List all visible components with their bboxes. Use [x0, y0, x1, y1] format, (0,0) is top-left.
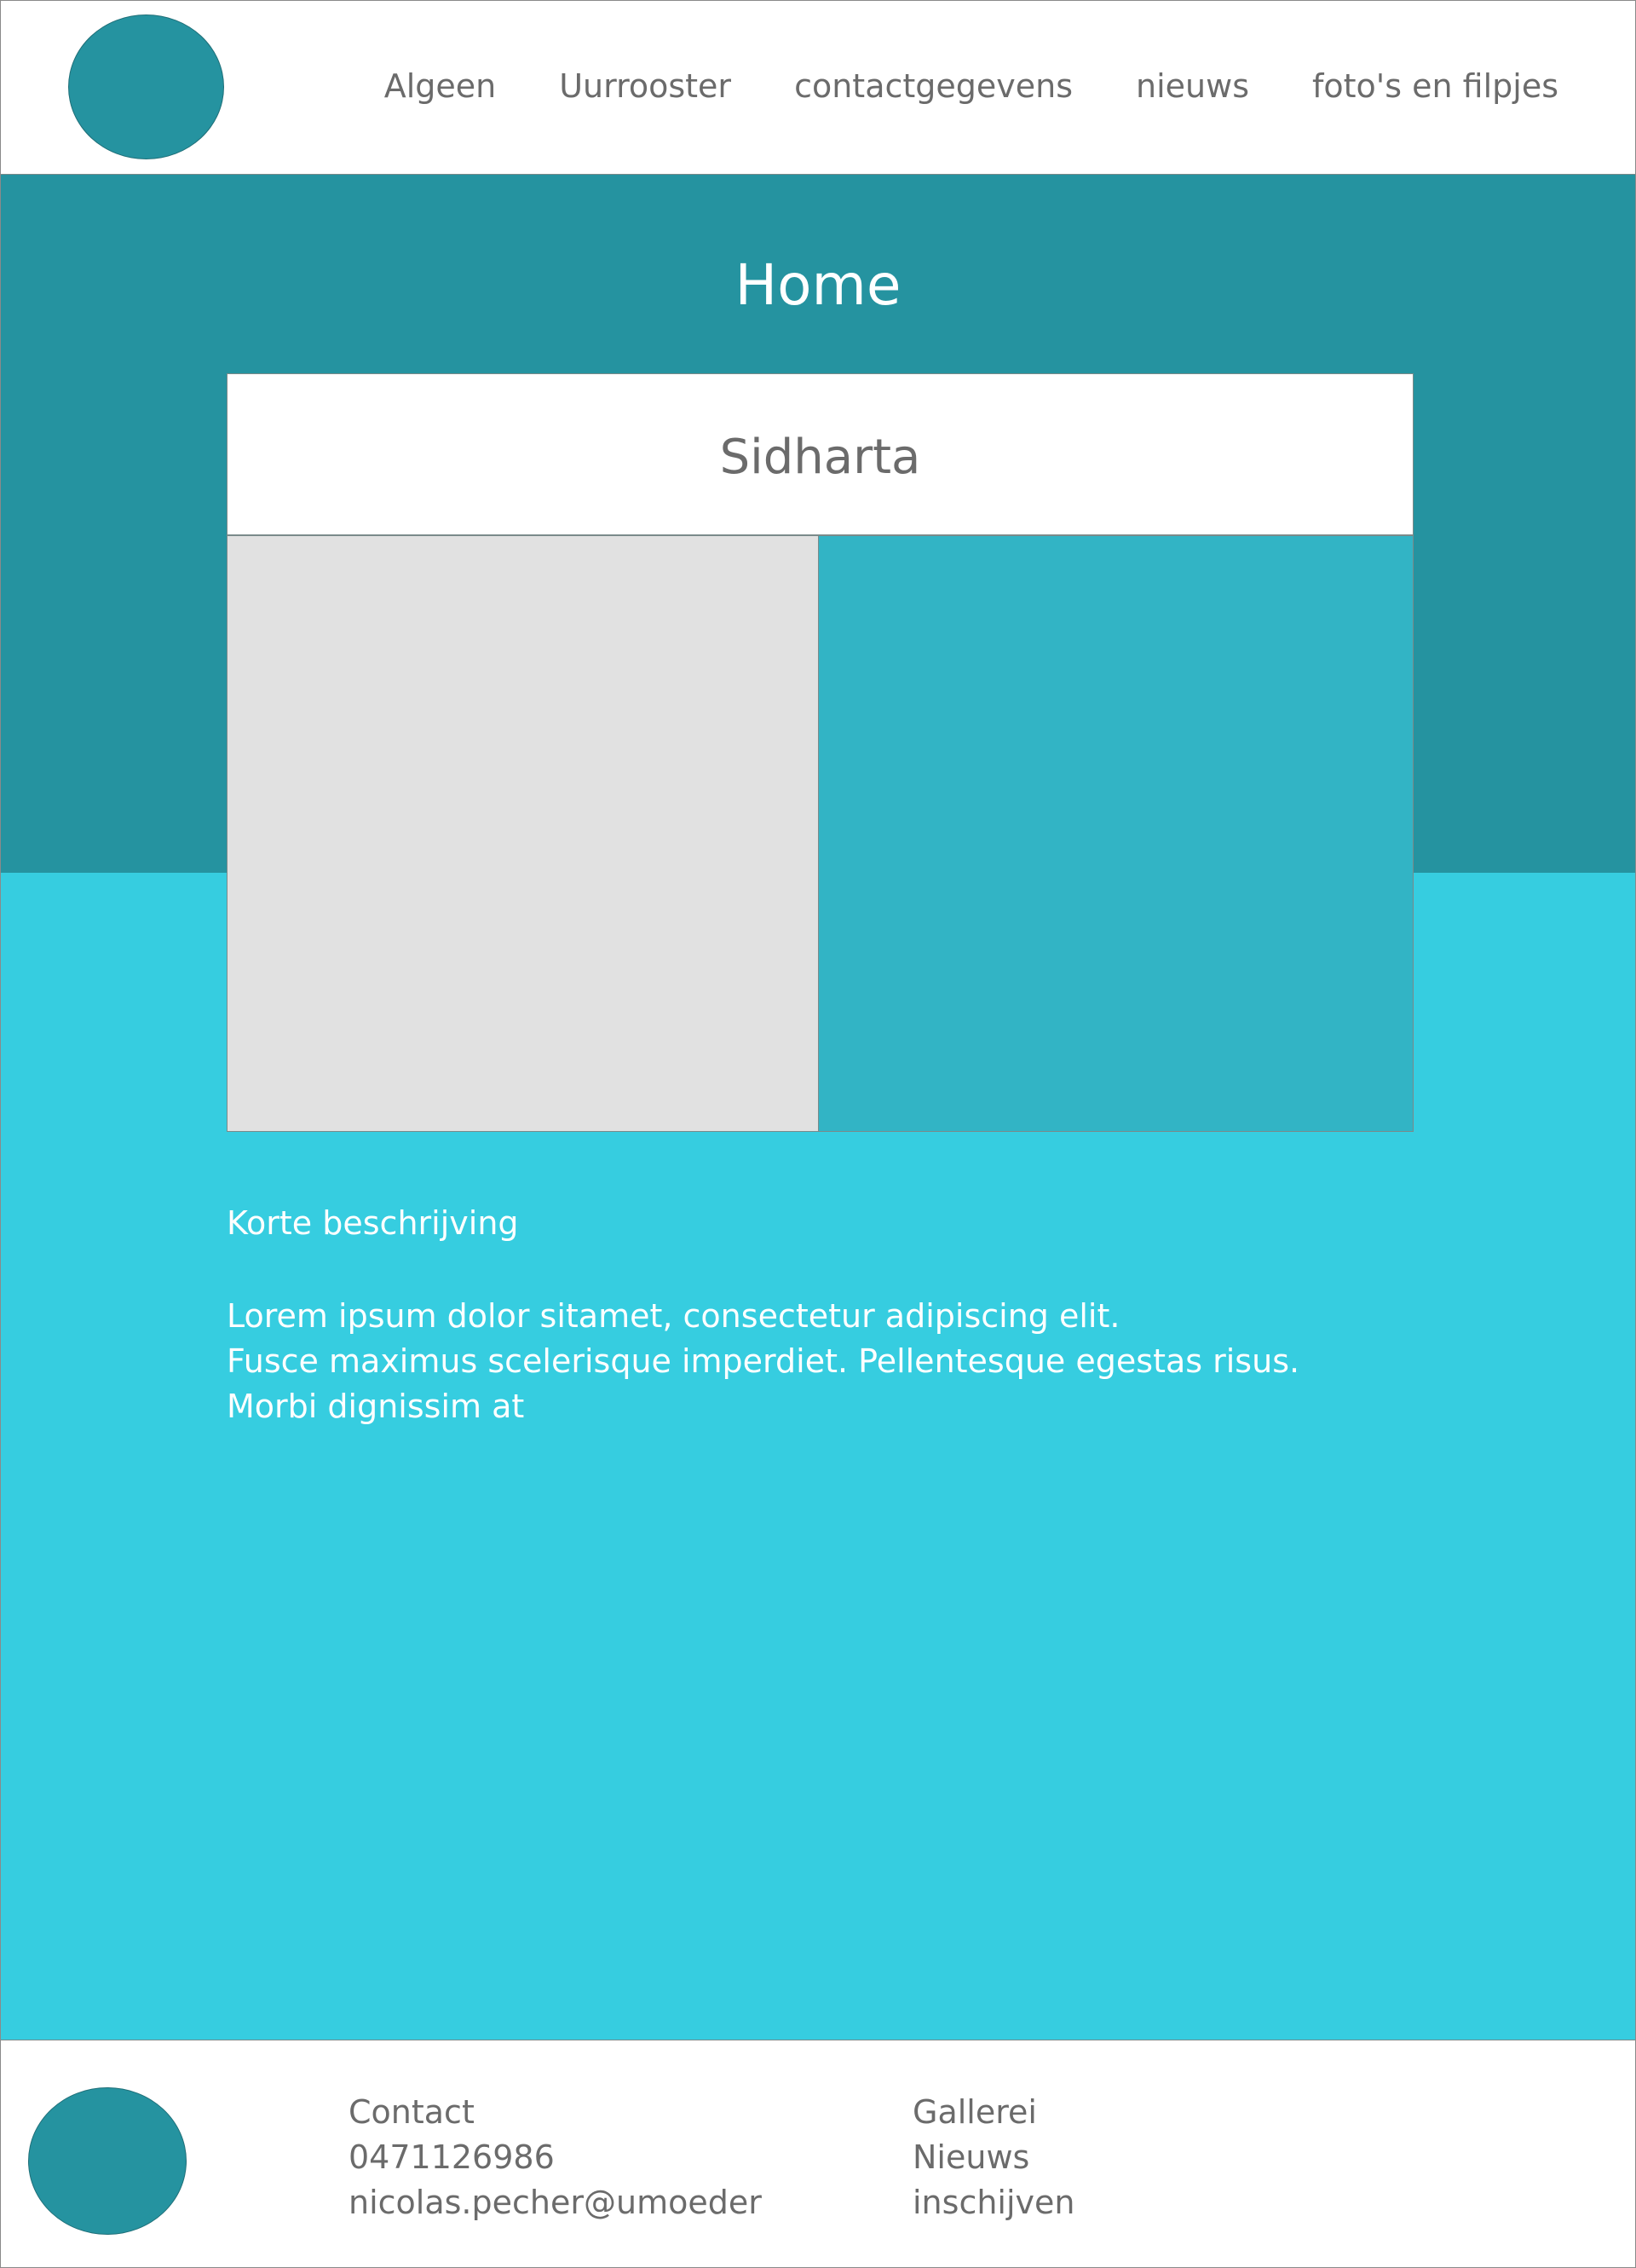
- nav-item-nieuws[interactable]: nieuws: [1136, 67, 1249, 105]
- footer-email[interactable]: nicolas.pecher@umoeder: [349, 2180, 762, 2225]
- footer-link-gallerei[interactable]: Gallerei: [913, 2090, 1074, 2135]
- site-header: Algeen Uurrooster contactgegevens nieuws…: [1, 1, 1635, 175]
- image-placeholder-right: [818, 535, 1414, 1132]
- nav-item-algeen[interactable]: Algeen: [384, 67, 497, 105]
- footer-link-nieuws[interactable]: Nieuws: [913, 2135, 1074, 2180]
- image-placeholder-left: [227, 535, 819, 1132]
- nav-item-uurrooster[interactable]: Uurrooster: [559, 67, 731, 105]
- card-title: Sidharta: [719, 430, 921, 485]
- footer-link-inschijven[interactable]: inschijven: [913, 2180, 1074, 2225]
- description-line: Morbi dignissim at: [227, 1388, 525, 1425]
- nav-item-fotos[interactable]: foto's en filpjes: [1312, 67, 1558, 105]
- footer-links: Gallerei Nieuws inschijven: [913, 2090, 1074, 2225]
- logo[interactable]: [68, 14, 224, 159]
- footer-phone: 0471126986: [349, 2138, 555, 2176]
- site-footer: Contact 0471126986 nicolas.pecher@umoede…: [1, 2040, 1635, 2267]
- footer-contact-title: Contact: [349, 2093, 475, 2131]
- nav-item-contactgegevens[interactable]: contactgegevens: [794, 67, 1073, 105]
- description-body: Lorem ipsum dolor sitamet, consectetur a…: [227, 1294, 1420, 1429]
- description-heading: Korte beschrijving: [227, 1204, 519, 1242]
- description-line: Lorem ipsum dolor sitamet, consectetur a…: [227, 1297, 1120, 1335]
- page-title: Home: [734, 252, 902, 318]
- main-nav: Algeen Uurrooster contactgegevens nieuws…: [384, 67, 1558, 105]
- card-header: Sidharta: [227, 373, 1414, 535]
- page-frame: Algeen Uurrooster contactgegevens nieuws…: [0, 0, 1636, 2268]
- description-line: Fusce maximus scelerisque imperdiet. Pel…: [227, 1342, 1300, 1380]
- footer-logo[interactable]: [28, 2087, 187, 2235]
- footer-contact: Contact 0471126986 nicolas.pecher@umoede…: [349, 2090, 762, 2225]
